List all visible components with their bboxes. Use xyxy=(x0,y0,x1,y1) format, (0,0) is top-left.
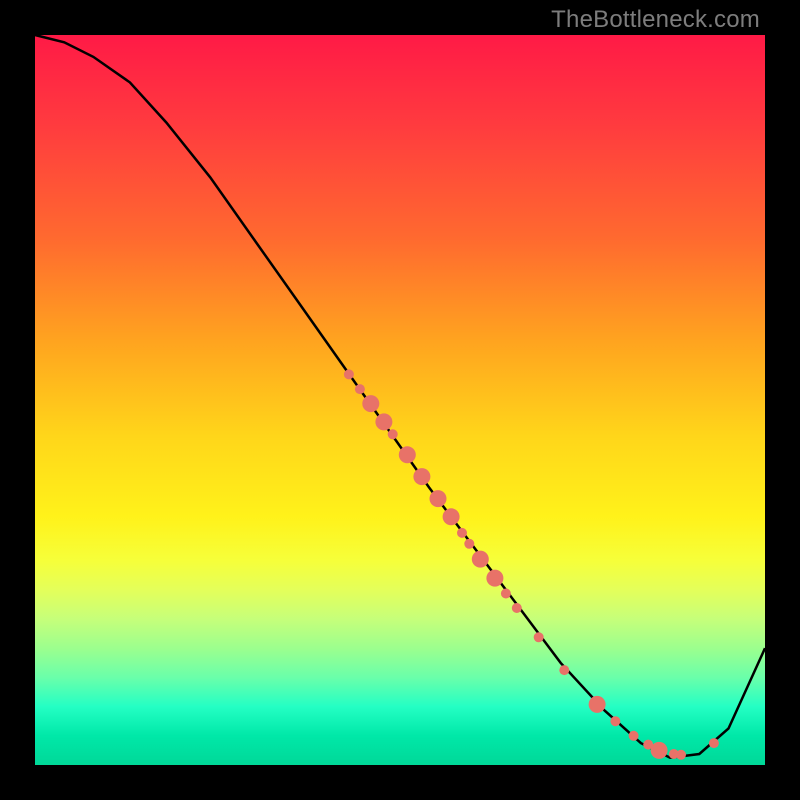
curve-marker xyxy=(559,665,569,675)
curve-marker xyxy=(443,508,460,525)
curve-marker xyxy=(355,384,365,394)
curve-marker xyxy=(512,603,522,613)
curve-marker xyxy=(362,395,379,412)
curve-marker xyxy=(610,716,620,726)
chart-frame xyxy=(35,35,765,765)
curve-line xyxy=(35,35,765,758)
curve-markers xyxy=(344,369,719,759)
curve-marker xyxy=(413,468,430,485)
curve-marker xyxy=(430,490,447,507)
curve-marker xyxy=(501,589,511,599)
curve-marker xyxy=(375,413,392,430)
curve-marker xyxy=(388,429,398,439)
curve-marker xyxy=(709,738,719,748)
curve-marker xyxy=(399,446,416,463)
curve-marker xyxy=(472,551,489,568)
chart-svg xyxy=(35,35,765,765)
curve-marker xyxy=(629,731,639,741)
curve-marker xyxy=(464,539,474,549)
curve-marker xyxy=(589,696,606,713)
curve-marker xyxy=(534,632,544,642)
attribution-text: TheBottleneck.com xyxy=(551,6,760,34)
curve-marker xyxy=(676,750,686,760)
curve-marker xyxy=(457,528,467,538)
curve-marker xyxy=(486,570,503,587)
curve-marker xyxy=(344,369,354,379)
curve-marker xyxy=(651,742,668,759)
